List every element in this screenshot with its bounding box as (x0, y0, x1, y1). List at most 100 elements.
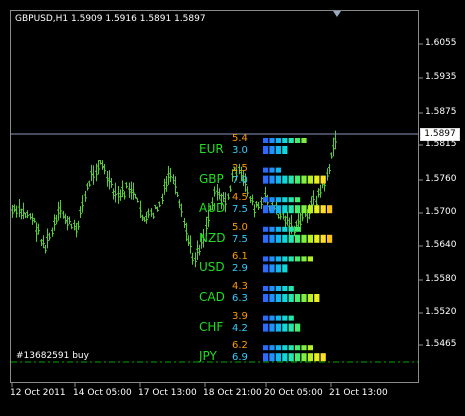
chart-shift-marker (333, 11, 341, 17)
strength-cell-bottom (288, 323, 294, 332)
strength-cell-bottom (307, 205, 313, 214)
strength-value-top: 3.9 (232, 310, 248, 322)
strength-cell-top (263, 226, 269, 232)
strength-cell-bottom (288, 294, 294, 302)
strength-cell-top (263, 138, 269, 143)
strength-cell-top (288, 197, 294, 203)
strength-cell-bottom (263, 323, 269, 332)
strength-cell-bottom (301, 205, 307, 214)
strength-cell-top (307, 345, 313, 351)
strength-cell-bottom (282, 146, 288, 154)
currency-label-cad: CAD (199, 290, 225, 304)
strength-value-top: 4.5 (232, 192, 248, 204)
strength-cell-top (282, 345, 288, 351)
strength-cell-bottom (275, 353, 281, 362)
time-tick-label: 18 Oct 21:00 (203, 388, 262, 398)
strength-cell-top (269, 315, 275, 321)
strength-cell-top (282, 286, 288, 291)
time-tick-label: 21 Oct 13:00 (329, 388, 388, 398)
strength-value-top: 5.0 (232, 221, 248, 233)
price-tick-label: 1.5580 (425, 274, 457, 284)
strength-cell-bottom (288, 353, 294, 362)
strength-cell-bottom (307, 234, 313, 243)
strength-value-bottom: 3.0 (232, 145, 248, 156)
price-tick-label: 1.5520 (425, 307, 457, 317)
strength-cell-top (288, 138, 294, 143)
strength-cell-bottom (282, 353, 288, 362)
strength-cell-bottom (269, 294, 275, 302)
strength-cell-bottom (263, 264, 269, 273)
strength-value-bottom: 6.3 (232, 293, 248, 304)
strength-cell-top (282, 315, 288, 321)
price-tick-label: 1.5640 (425, 240, 457, 250)
strength-cell-bottom (288, 205, 294, 214)
strength-cell-bottom (275, 146, 281, 154)
currency-label-chf: CHF (199, 319, 224, 334)
strength-meter (263, 138, 333, 362)
strength-cell-bottom (275, 234, 281, 243)
strength-cell-top (282, 138, 288, 143)
currency-label-usd: USD (199, 260, 225, 275)
price-tick-label: 1.5875 (425, 107, 457, 117)
strength-cell-top (275, 138, 281, 143)
strength-cell-bottom (282, 264, 288, 273)
time-tick-label: 17 Oct 13:00 (138, 388, 197, 398)
strength-cell-bottom (269, 353, 275, 362)
strength-cell-top (288, 256, 294, 262)
strength-cell-top (263, 315, 269, 321)
strength-value-bottom: 7.5 (232, 233, 248, 245)
strength-cell-bottom (320, 175, 326, 184)
strength-cell-bottom (263, 205, 269, 214)
currency-label-aud: AUD (199, 201, 226, 216)
strength-cell-bottom (320, 234, 326, 243)
strength-cell-bottom (314, 234, 320, 243)
price-tick-label: 1.5935 (425, 72, 457, 82)
strength-cell-top (275, 167, 281, 173)
strength-cell-top (282, 226, 288, 232)
strength-cell-bottom (314, 353, 320, 362)
strength-cell-bottom (275, 205, 281, 214)
strength-cell-top (269, 226, 275, 232)
strength-cell-top (288, 345, 294, 351)
strength-cell-bottom (282, 205, 288, 214)
currency-label-eur: EUR (199, 142, 224, 156)
strength-cell-bottom (295, 353, 301, 362)
strength-cell-top (295, 256, 301, 262)
strength-cell-top (275, 345, 281, 351)
chart-window[interactable]: GBPUSD,H1 1.5909 1.5916 1.5891 1.5897 #1… (0, 0, 465, 412)
strength-cell-bottom (275, 294, 281, 302)
strength-cell-top (282, 197, 288, 203)
strength-cell-top (269, 138, 275, 143)
strength-value-bottom: 2.9 (232, 263, 248, 275)
strength-cell-top (288, 286, 294, 291)
currency-label-gbp: GBP (199, 171, 224, 186)
strength-cell-top (263, 286, 269, 291)
strength-cell-top (269, 286, 275, 291)
price-tick-label: 1.6055 (425, 38, 457, 48)
strength-cell-bottom (282, 294, 288, 302)
strength-cell-top (275, 226, 281, 232)
strength-cell-top (288, 226, 294, 232)
strength-cell-bottom (263, 146, 269, 154)
strength-cell-bottom (263, 234, 269, 243)
strength-cell-top (307, 256, 313, 262)
price-bars (11, 130, 337, 268)
strength-cell-top (269, 256, 275, 262)
strength-cell-bottom (269, 323, 275, 332)
strength-cell-top (263, 256, 269, 262)
strength-cell-bottom (269, 175, 275, 184)
strength-cell-top (275, 197, 281, 203)
strength-value-bottom: 7.0 (232, 174, 248, 186)
strength-cell-top (263, 167, 269, 173)
price-tick-label: 1.5815 (425, 139, 457, 149)
strength-value-top: 2.5 (232, 162, 248, 174)
strength-cell-top (269, 197, 275, 203)
strength-cell-bottom (269, 146, 275, 154)
strength-cell-bottom (307, 353, 313, 362)
strength-cell-bottom (269, 234, 275, 243)
price-tick-label: 1.5700 (425, 207, 457, 217)
strength-value-top: 6.1 (232, 251, 248, 263)
strength-cell-top (295, 197, 301, 203)
time-tick-label: 20 Oct 05:00 (264, 388, 323, 398)
strength-cell-bottom (295, 205, 301, 214)
